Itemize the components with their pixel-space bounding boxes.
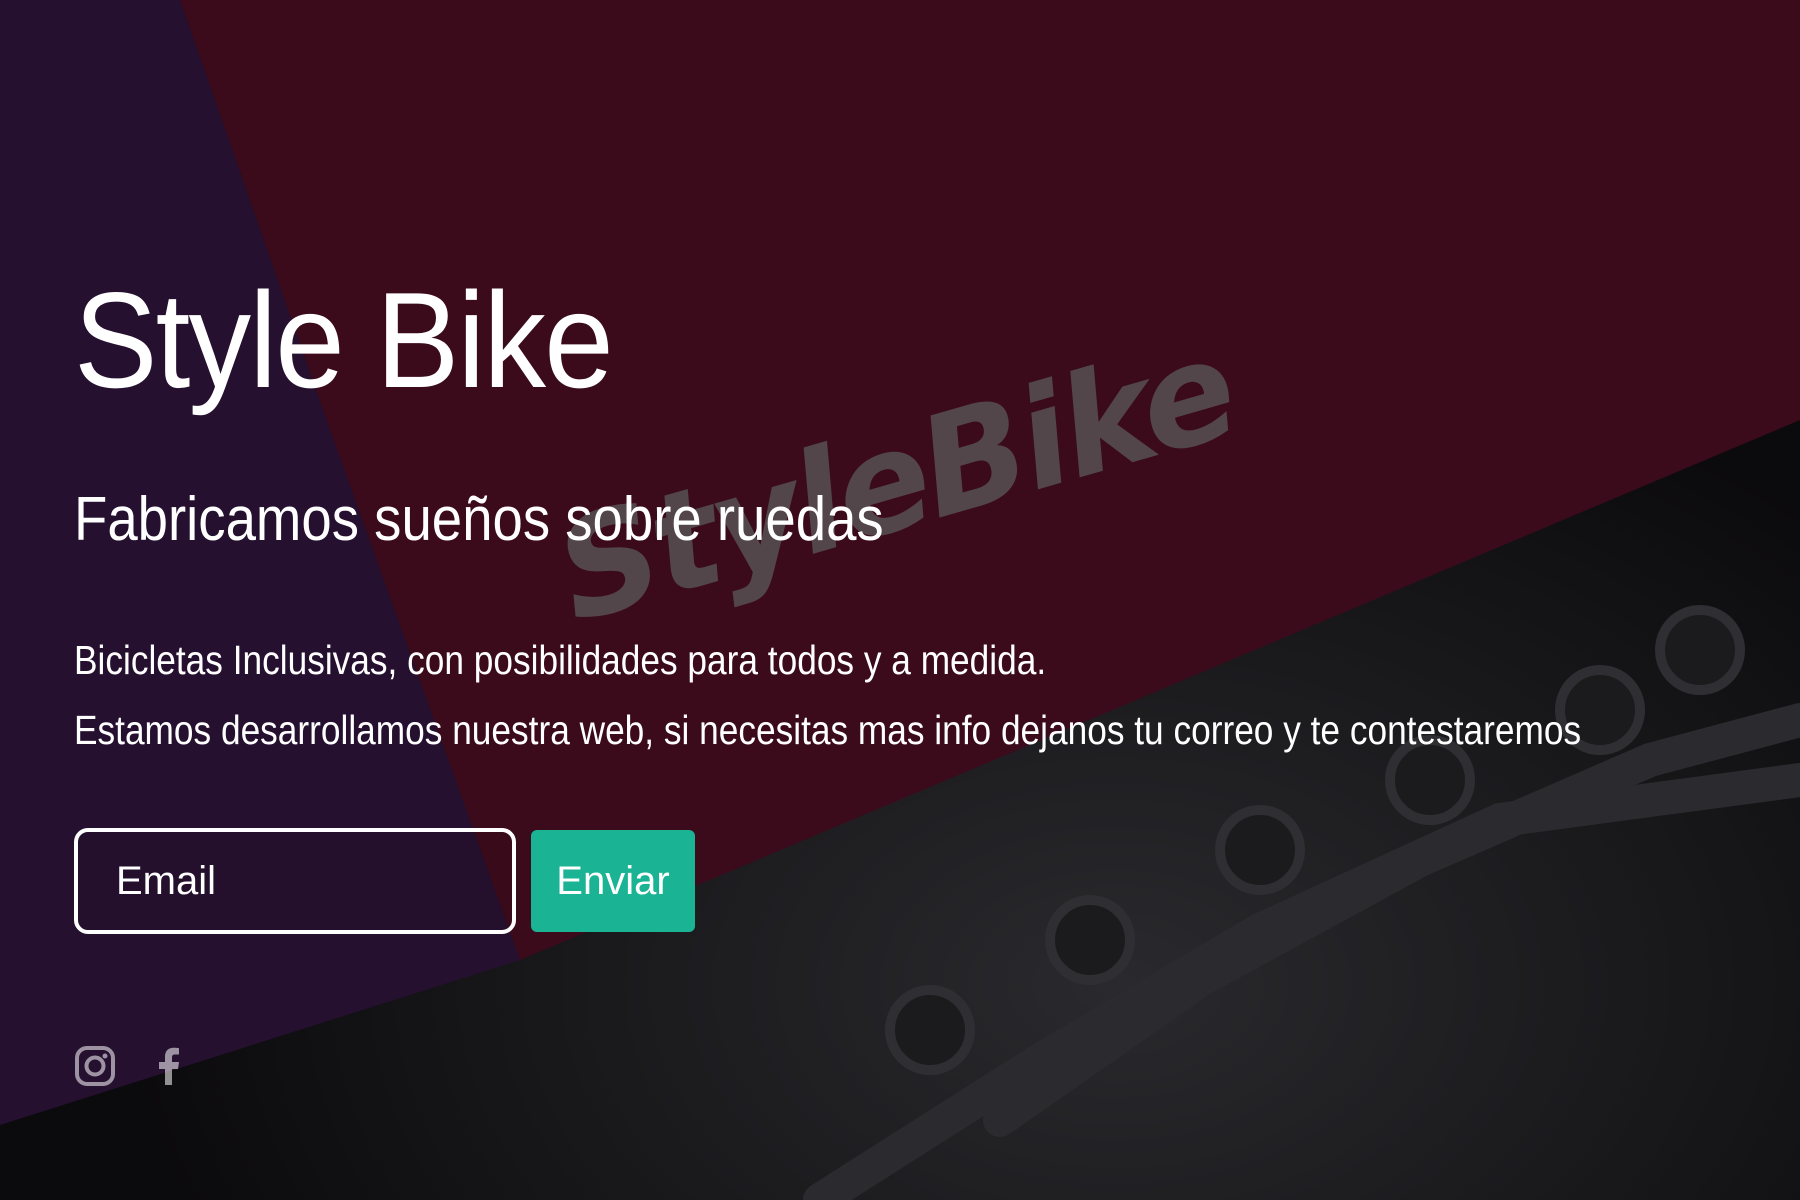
facebook-link[interactable] — [148, 1045, 190, 1087]
instagram-icon — [75, 1046, 115, 1086]
instagram-link[interactable] — [74, 1045, 116, 1087]
background-illustration — [0, 0, 1800, 1200]
landing-page: StyleBike Style Bike Fabricamos sueños s… — [0, 0, 1800, 1200]
subscribe-form: Enviar — [74, 828, 695, 934]
social-links — [74, 1045, 222, 1087]
page-title: Style Bike — [74, 264, 614, 416]
facebook-icon — [159, 1047, 179, 1085]
tagline: Fabricamos sueños sobre ruedas — [74, 485, 884, 554]
description-line-1: Bicicletas Inclusivas, con posibilidades… — [74, 637, 1047, 683]
email-input[interactable] — [74, 828, 516, 934]
description-line-2: Estamos desarrollamos nuestra web, si ne… — [74, 707, 1582, 753]
send-button[interactable]: Enviar — [531, 830, 695, 932]
